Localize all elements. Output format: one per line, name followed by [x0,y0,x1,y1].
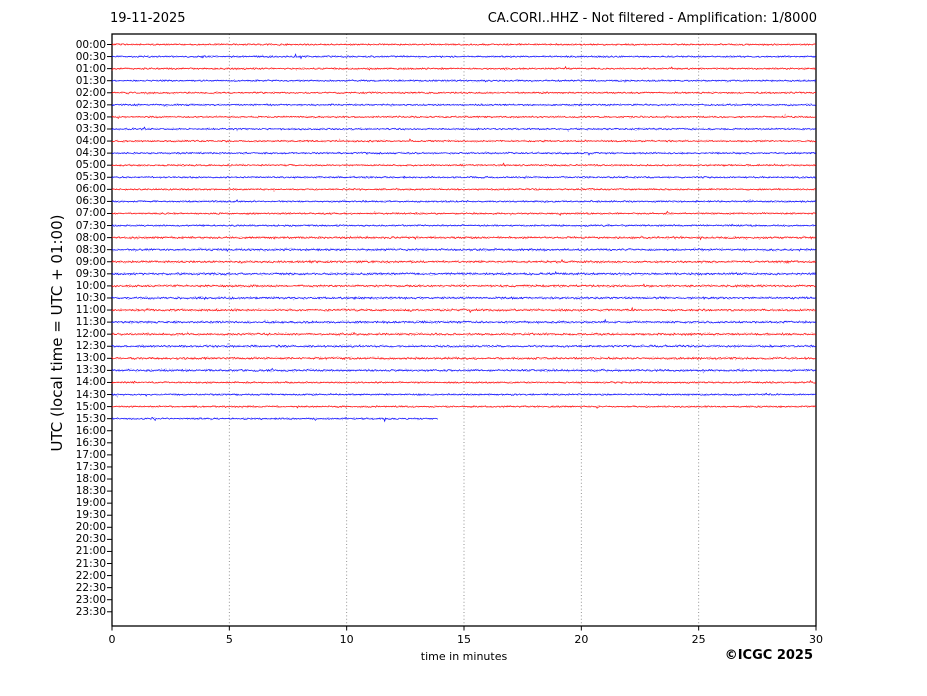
seismic-trace [111,79,816,83]
y-tick-label: 21:30 [75,557,106,570]
y-tick-label: 11:00 [75,304,106,317]
helicorder-plot-canvas [107,33,817,631]
y-tick-label: 13:00 [75,352,106,365]
y-tick-label: 17:30 [75,460,106,473]
y-tick-label: 07:30 [75,219,106,232]
y-tick-label: 18:00 [75,473,106,486]
helicorder-figure: 19-11-2025 CA.CORI..HHZ - Not filtered -… [0,0,927,696]
y-tick-label: 19:00 [75,497,106,510]
x-tick-label: 0 [108,633,116,646]
x-tick-label: 15 [457,633,471,646]
seismic-trace-fuzz [111,113,816,120]
y-tick-label: 01:00 [75,62,106,75]
y-tick-label: 06:00 [75,183,106,196]
x-tick-label: 20 [574,633,589,646]
y-tick-label: 15:00 [75,400,106,413]
y-tick-label: 21:00 [75,545,106,558]
y-tick-label: 16:00 [75,424,106,437]
y-tick-label: 04:00 [75,135,106,148]
x-tick-label: 5 [225,633,233,646]
y-tick-label: 01:30 [75,74,106,87]
y-tick-label: 20:30 [75,533,106,546]
y-tick-label: 19:30 [75,509,106,522]
y-tick-label: 12:00 [75,328,106,341]
y-tick-label: 03:00 [75,110,106,123]
y-tick-label: 17:00 [75,448,106,461]
y-tick-label: 08:30 [75,243,106,256]
y-tick-label: 16:30 [75,436,106,449]
y-tick-label: 07:00 [75,207,106,220]
x-axis-label: time in minutes [420,650,508,663]
y-tick-label: 08:00 [75,231,106,244]
date-label: 19-11-2025 [110,11,186,26]
y-tick-label: 11:30 [75,316,106,329]
y-tick-label: 05:00 [75,159,106,172]
y-tick-label: 23:30 [75,605,106,618]
y-tick-label: 12:30 [75,340,106,353]
chart-title: CA.CORI..HHZ - Not filtered - Amplificat… [487,11,817,26]
y-tick-label: 22:30 [75,581,106,594]
y-tick-label: 14:00 [75,376,106,389]
y-tick-label: 02:30 [75,98,106,111]
y-tick-label: 22:00 [75,569,106,582]
x-tick-label: 25 [691,633,706,646]
y-tick-label: 03:30 [75,122,106,135]
y-tick-label: 09:00 [75,255,106,268]
y-tick-label: 04:30 [75,147,106,160]
seismic-trace [111,235,817,241]
y-tick-label: 00:30 [75,50,106,63]
y-tick-label: 13:30 [75,364,106,377]
y-tick-label: 15:30 [75,412,106,425]
y-tick-label: 20:00 [75,521,106,534]
seismic-trace [111,43,816,46]
seismic-trace-fuzz [111,392,816,399]
seismic-trace [111,187,816,191]
y-tick-label: 02:00 [75,86,106,99]
y-tick-label: 00:00 [75,38,106,51]
y-tick-label: 14:30 [75,388,106,401]
y-tick-label: 09:30 [75,267,106,280]
y-tick-label: 18:30 [75,485,106,498]
y-tick-label: 05:30 [75,171,106,184]
x-tick-label: 10 [339,633,354,646]
y-tick-label: 10:30 [75,291,106,304]
y-tick-label: 23:00 [75,593,106,606]
y-tick-label: 06:30 [75,195,106,208]
copyright-label: ©ICGC 2025 [724,648,813,663]
x-tick-label: 30 [809,633,823,646]
y-tick-label: 10:00 [75,279,106,292]
